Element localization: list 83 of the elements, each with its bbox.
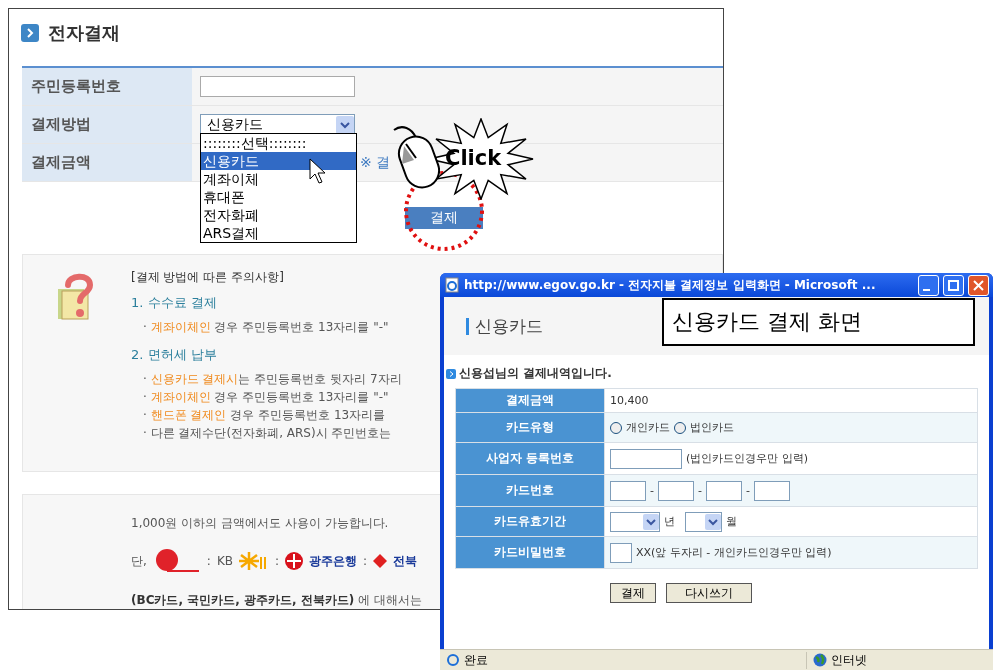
star-logo-icon [239, 551, 269, 571]
cross-circle-logo-icon [285, 552, 304, 570]
text-input[interactable] [610, 542, 632, 563]
info-text: (BC카드, 국민카드, 광주카드, 전북카드) 에 대해서는 [131, 592, 422, 609]
notice-text: · 신용카드 결제시 는 주민등록번호 뒷자리 7자리 [142, 371, 402, 388]
field-label: 주민등록번호 [22, 68, 192, 105]
hint-text: (법인카드인경우만 입력) [686, 451, 809, 466]
dropdown-option[interactable]: 휴대폰 [201, 188, 356, 206]
notice-text: · 계좌이체인 경우 주민등록번호 13자리를 "-" [142, 319, 390, 336]
page-icon [444, 277, 460, 293]
chevron-icon [21, 24, 39, 42]
field-label: 결제방법 [22, 106, 192, 143]
payment-method-select[interactable]: 신용카드 [200, 113, 355, 136]
field-label: 결제금액 [22, 144, 192, 181]
status-text: 완료 [464, 651, 488, 669]
row-label: 카드유형 [455, 412, 605, 443]
notice-text: · 계좌이체인 경우 주민등록번호 13자리를 "-" [142, 389, 390, 406]
close-button[interactable] [968, 274, 989, 296]
dropdown-option[interactable]: 계좌이체 [201, 170, 356, 188]
maximize-button[interactable] [943, 274, 964, 296]
cursor-icon [309, 158, 325, 184]
page-icon [446, 653, 460, 667]
dropdown-option[interactable]: 전자화폐 [201, 206, 356, 224]
hint-text: XX(앞 두자리 - 개인카드인경우만 입력) [636, 545, 832, 560]
row-label: 카드비밀번호 [455, 536, 605, 569]
logo-text: 광주은행 [309, 552, 358, 570]
callout-label: 신용카드 결제 화면 [662, 298, 975, 346]
text-input[interactable] [610, 448, 682, 469]
row-label: 결제금액 [455, 388, 605, 413]
radio-label: 개인카드 [626, 420, 670, 435]
separator-text: - [698, 484, 702, 497]
notice-text: · 핸드폰 결제인 경우 주민등록번호 13자리를 [142, 407, 387, 424]
radio-button[interactable] [674, 421, 686, 434]
window-title: http://www.egov.go.kr - 전자지불 결제정보 입력화면 - Microsoft ... [464, 276, 877, 294]
payment-subheading: 신용섭님의 결제내역입니다. [459, 365, 612, 382]
separator-text: : [275, 554, 280, 568]
pay-button[interactable]: 결제 [609, 583, 656, 603]
dropdown-select[interactable] [610, 511, 660, 532]
amount-note: ※ 결 [360, 153, 391, 172]
amount-value: 10,400 [610, 394, 649, 407]
logo-text: 전북 [393, 552, 418, 570]
notice-text: · 다른 결제수단(전자화폐, ARS)시 주민번호는 [142, 425, 393, 442]
caret-icon [643, 513, 659, 530]
row-label: 사업자 등록번호 [455, 442, 605, 475]
pay-button[interactable]: 결제 [405, 207, 483, 229]
row-label: 카드유효기간 [455, 506, 605, 537]
logo-text: KB [216, 554, 233, 568]
notice-heading: [결제 방법에 따른 주의사항] [131, 269, 285, 286]
separator-text: : [206, 554, 211, 568]
dropdown-option[interactable]: ARS결제 [201, 224, 356, 242]
separator-text: - [745, 484, 750, 497]
text-input[interactable] [705, 480, 742, 501]
text-input[interactable] [658, 480, 694, 501]
unit-label: 월 [726, 514, 737, 529]
section-title: 2. 면허세 납부 [131, 346, 218, 364]
radio-label: 법인카드 [690, 420, 734, 435]
diamond-logo-icon [373, 554, 388, 568]
maximize-icon [948, 279, 959, 291]
unit-label: 년 [664, 514, 675, 529]
zone-text: 인터넷 [831, 651, 867, 669]
click-label: Click [445, 146, 502, 170]
close-icon [973, 279, 984, 291]
text-input[interactable] [753, 480, 790, 501]
radio-button[interactable] [610, 421, 622, 434]
info-text: 1,000원 이하의 금액에서도 사용이 가능합니다. [131, 515, 390, 532]
row-label: 카드번호 [455, 474, 605, 507]
dropdown-option[interactable]: 신용카드 [201, 152, 356, 170]
separator-text: - [650, 484, 654, 497]
info-text: 단, [131, 552, 147, 570]
text-input[interactable] [610, 480, 646, 501]
section-title: 신용카드 [475, 314, 543, 338]
reset-button[interactable]: 다시쓰기 [665, 583, 752, 603]
separator-text: : [363, 554, 368, 568]
page-title: 전자결재 [48, 21, 120, 45]
caret-icon [336, 115, 354, 134]
globe-icon [813, 653, 827, 667]
dropdown-select[interactable] [685, 511, 722, 532]
minimize-button[interactable] [918, 274, 939, 296]
minimize-icon [923, 288, 930, 291]
caret-icon [705, 513, 721, 530]
text-input[interactable] [200, 76, 355, 97]
dropdown-option[interactable]: ::::::::선택:::::::: [201, 134, 356, 152]
section-title: 1. 수수료 결제 [131, 294, 218, 312]
